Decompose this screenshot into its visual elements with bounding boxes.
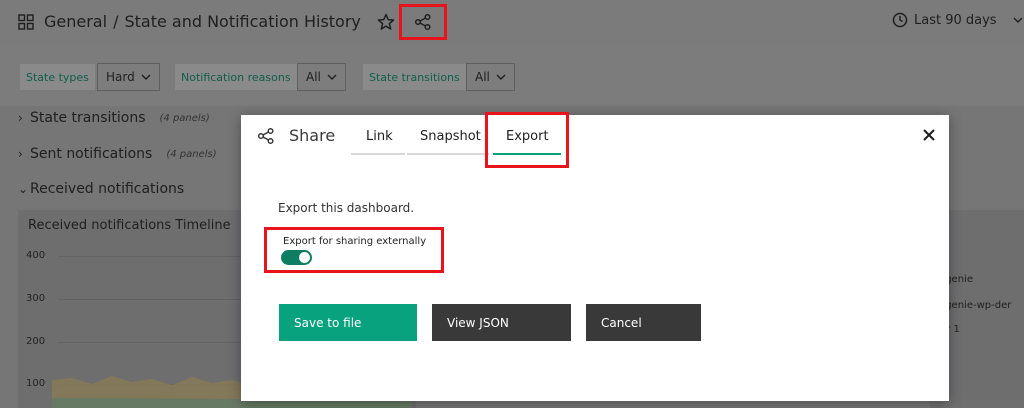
toggle-knob bbox=[299, 252, 310, 263]
tab-link[interactable]: Link bbox=[366, 129, 393, 144]
save-to-file-button[interactable]: Save to file bbox=[279, 304, 417, 341]
view-json-button[interactable]: View JSON bbox=[432, 304, 571, 341]
row-title: Received notifications bbox=[30, 181, 185, 197]
tab-underline bbox=[351, 153, 405, 155]
variables-bar: State types Hard Notification reasons Al… bbox=[0, 46, 1024, 106]
chevron-down-icon bbox=[327, 74, 337, 80]
row-title: State transitions bbox=[30, 110, 146, 126]
clock-icon bbox=[892, 12, 908, 28]
export-externally-label: Export for sharing externally bbox=[283, 236, 427, 247]
filter-select-state-types[interactable]: Hard bbox=[97, 63, 160, 91]
modal-title: Share bbox=[289, 126, 336, 145]
row-caret: › bbox=[18, 147, 23, 161]
panel-title: Received notifications Timeline bbox=[28, 218, 231, 233]
filter-value: All bbox=[306, 70, 321, 84]
breadcrumb: General / State and Notification History bbox=[44, 12, 361, 31]
row-caret: › bbox=[18, 111, 23, 125]
y-tick: 100 bbox=[26, 378, 46, 389]
dashboard-header: General / State and Notification History L… bbox=[0, 0, 1024, 46]
y-tick: 400 bbox=[26, 250, 46, 261]
filter-label-state-types: State types bbox=[20, 64, 95, 90]
filter-select-notification-reasons[interactable]: All bbox=[297, 63, 346, 91]
time-range-picker[interactable]: Last 90 days bbox=[892, 12, 1023, 28]
row-panel-count: (4 panels) bbox=[166, 148, 217, 160]
export-description: Export this dashboard. bbox=[278, 201, 415, 215]
share-dashboard-button[interactable] bbox=[399, 4, 447, 40]
breadcrumb-dashboard-title[interactable]: State and Notification History bbox=[124, 12, 360, 31]
export-externally-highlight: Export for sharing externally bbox=[264, 227, 444, 273]
row-caret: ⌄ bbox=[18, 182, 29, 196]
chevron-down-icon bbox=[496, 74, 506, 80]
legend-item: sgenie-wp-der bbox=[940, 300, 1012, 311]
close-icon[interactable] bbox=[921, 127, 937, 143]
row-panel-count: (4 panels) bbox=[159, 112, 210, 124]
tab-underline bbox=[407, 153, 489, 155]
y-tick: 300 bbox=[26, 293, 46, 304]
breadcrumb-folder[interactable]: General bbox=[44, 12, 107, 31]
row-title: Sent notifications bbox=[30, 146, 153, 162]
export-externally-toggle[interactable] bbox=[281, 250, 312, 265]
star-icon[interactable] bbox=[377, 13, 395, 31]
chevron-down-icon bbox=[141, 74, 151, 80]
filter-label-notification-reasons: Notification reasons bbox=[175, 64, 297, 90]
share-modal: Share Link Snapshot Export Export this d… bbox=[241, 112, 949, 401]
share-icon bbox=[257, 127, 274, 145]
breadcrumb-separator: / bbox=[113, 12, 119, 31]
tab-snapshot[interactable]: Snapshot bbox=[420, 129, 481, 144]
filter-select-state-transitions[interactable]: All bbox=[466, 63, 515, 91]
time-range-label: Last 90 days bbox=[914, 12, 997, 28]
dashboards-grid-icon[interactable] bbox=[18, 14, 34, 30]
export-tab-highlight bbox=[485, 112, 569, 168]
chevron-down-icon bbox=[1013, 17, 1023, 23]
filter-label-state-transitions: State transitions bbox=[363, 64, 466, 90]
filter-value: All bbox=[475, 70, 490, 84]
filter-value: Hard bbox=[106, 70, 135, 84]
share-icon bbox=[414, 13, 431, 31]
y-tick: 200 bbox=[26, 336, 46, 347]
cancel-button[interactable]: Cancel bbox=[586, 304, 701, 341]
